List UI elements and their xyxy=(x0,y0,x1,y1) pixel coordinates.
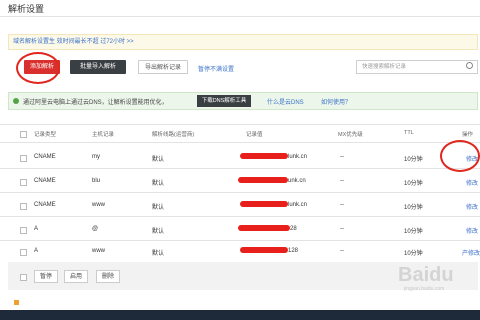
row-divider xyxy=(0,168,480,169)
highlight-circle-add xyxy=(16,52,60,84)
redaction-mark xyxy=(240,247,288,253)
highlight-circle-edit xyxy=(440,140,480,172)
row-host: blu xyxy=(92,178,101,184)
page-title: 解析设置 xyxy=(8,4,45,14)
select-all-checkbox[interactable] xyxy=(20,131,27,138)
row-type: A xyxy=(34,226,39,232)
row-host: www xyxy=(92,202,105,208)
redaction-mark xyxy=(238,177,288,183)
edit-link[interactable]: 修改 xyxy=(466,202,478,211)
redaction-mark xyxy=(240,153,288,159)
pause-settings-link[interactable]: 暂停不满设置 xyxy=(198,64,234,73)
enable-button[interactable]: 启用 xyxy=(64,270,88,283)
row-line: 默认 xyxy=(152,251,165,257)
row-line: 默认 xyxy=(152,157,165,163)
col-host[interactable]: 主机记录 xyxy=(92,130,114,138)
redaction-mark xyxy=(238,225,290,231)
pause-button[interactable]: 暂停 xyxy=(34,270,58,283)
row-type: CNAME xyxy=(34,202,56,208)
row-mx: -- xyxy=(340,178,344,184)
row-type: CNAME xyxy=(34,154,56,160)
row-value: 28 xyxy=(290,226,297,232)
col-actions: 操作 xyxy=(462,132,474,138)
col-line[interactable]: 解析线路(运营商) xyxy=(152,130,194,138)
row-ttl: 10分钟 xyxy=(404,251,423,257)
row-checkbox[interactable] xyxy=(20,227,27,234)
info-text: 通过阿里云电脑上通过云DNS，让解析设置能用优化， xyxy=(23,100,168,106)
baidu-watermark-logo: Baidu xyxy=(398,264,454,286)
edit-link[interactable]: 修改 xyxy=(466,178,478,187)
row-value: 128 xyxy=(288,248,299,254)
row-host: my xyxy=(92,154,100,160)
search-input[interactable]: 快速搜索解析记录 xyxy=(356,60,478,74)
taskbar xyxy=(0,310,480,320)
footer-select-all-checkbox[interactable] xyxy=(20,274,27,281)
row-host: www xyxy=(92,248,105,254)
row-mx: -- xyxy=(340,202,344,208)
col-type[interactable]: 记录类型 xyxy=(34,130,56,138)
edit-link[interactable]: 修改 xyxy=(466,226,478,235)
row-divider xyxy=(0,216,480,217)
row-value: lunk.cn xyxy=(288,154,308,160)
redaction-mark xyxy=(240,201,288,207)
batch-import-button[interactable]: 批量导入解析 xyxy=(70,60,126,74)
search-icon[interactable] xyxy=(466,62,473,69)
row-type: CNAME xyxy=(34,178,56,184)
row-type: A xyxy=(34,248,39,254)
what-is-cloud-dns-link[interactable]: 什么是云DNS xyxy=(267,97,304,106)
notice-banner[interactable]: 域名解析设置生 效时间最长不超 过72小时 >> xyxy=(8,34,478,50)
row-mx: -- xyxy=(340,226,344,232)
col-ttl: TTL xyxy=(404,130,414,136)
col-value: 记录值 xyxy=(246,132,263,138)
col-mx: MX优先级 xyxy=(338,132,363,138)
row-checkbox[interactable] xyxy=(20,155,27,162)
how-to-use-link[interactable]: 如何使用？ xyxy=(321,97,351,106)
row-line: 默认 xyxy=(152,181,165,187)
row-checkbox[interactable] xyxy=(20,179,27,186)
baidu-watermark-url: jingyan.baidu.com xyxy=(404,286,445,292)
info-icon xyxy=(13,98,19,104)
row-divider xyxy=(0,192,480,193)
row-mx: -- xyxy=(340,154,344,160)
row-value: unk.cn xyxy=(288,178,306,184)
row-host: @ xyxy=(92,226,99,232)
header-divider xyxy=(0,142,480,143)
info-banner: 通过阿里云电脑上通过云DNS，让解析设置能用优化， 下载DNS解析工具 什么是云… xyxy=(8,92,478,110)
row-value: lunk.cn xyxy=(288,202,308,208)
row-line: 默认 xyxy=(152,229,165,235)
edit-link[interactable]: 产修改 xyxy=(462,248,480,257)
table-top-border xyxy=(0,124,480,125)
row-ttl: 10分钟 xyxy=(404,157,423,163)
row-ttl: 10分钟 xyxy=(404,205,423,211)
title-divider xyxy=(0,16,480,17)
row-ttl: 10分钟 xyxy=(404,181,423,187)
row-line: 默认 xyxy=(152,205,165,211)
row-ttl: 10分钟 xyxy=(404,229,423,235)
row-divider xyxy=(0,240,480,241)
delete-button[interactable]: 删除 xyxy=(96,270,120,283)
row-checkbox[interactable] xyxy=(20,203,27,210)
orange-marker xyxy=(14,300,19,305)
row-checkbox[interactable] xyxy=(20,249,27,256)
export-records-button[interactable]: 导出解析记录 xyxy=(138,60,188,74)
row-mx: -- xyxy=(340,248,344,254)
download-dns-tool-button[interactable]: 下载DNS解析工具 xyxy=(197,95,251,107)
